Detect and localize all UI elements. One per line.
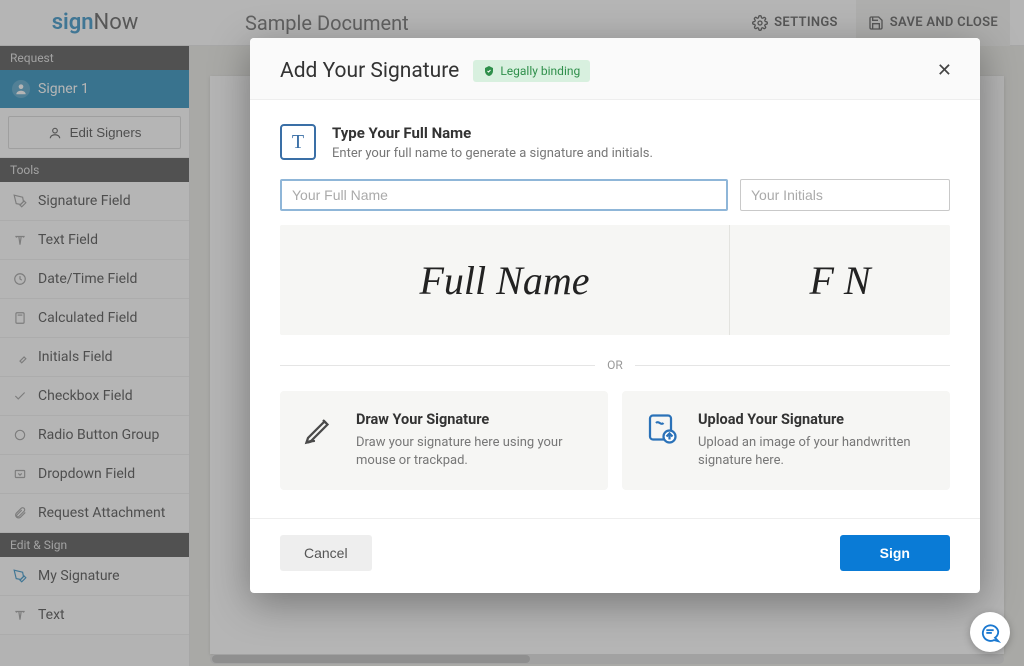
legally-binding-badge: Legally binding [473, 60, 590, 82]
option-cards: Draw Your Signature Draw your signature … [280, 391, 950, 490]
shield-check-icon [483, 65, 495, 77]
signature-preview: Full Name [280, 225, 730, 335]
draw-heading: Draw Your Signature [356, 411, 590, 428]
chat-icon [979, 621, 1001, 643]
close-icon: ✕ [937, 60, 952, 81]
upload-heading: Upload Your Signature [698, 411, 932, 428]
draw-text: Draw Your Signature Draw your signature … [356, 411, 590, 470]
modal-header: Add Your Signature Legally binding ✕ [250, 38, 980, 100]
add-signature-modal: Add Your Signature Legally binding ✕ T T… [250, 38, 980, 593]
full-name-input[interactable] [280, 179, 728, 211]
signature-preview-row: Full Name F N [280, 225, 950, 335]
modal-body: T Type Your Full Name Enter your full na… [250, 100, 980, 500]
cancel-button[interactable]: Cancel [280, 535, 372, 571]
upload-description: Upload an image of your handwritten sign… [698, 434, 932, 470]
type-subtext: Enter your full name to generate a signa… [332, 146, 653, 161]
modal-title: Add Your Signature [280, 59, 459, 83]
input-row [280, 179, 950, 211]
close-button[interactable]: ✕ [931, 56, 958, 85]
chat-fab[interactable] [970, 612, 1010, 652]
initials-input[interactable] [740, 179, 950, 211]
draw-signature-card[interactable]: Draw Your Signature Draw your signature … [280, 391, 608, 490]
or-divider: OR [280, 357, 950, 373]
initials-preview: F N [730, 225, 950, 335]
modal-footer: Cancel Sign [250, 518, 980, 593]
sign-button[interactable]: Sign [840, 535, 950, 571]
badge-label: Legally binding [500, 64, 580, 78]
upload-signature-card[interactable]: Upload Your Signature Upload an image of… [622, 391, 950, 490]
pencil-icon [298, 411, 342, 470]
upload-icon [640, 411, 684, 470]
type-text-block: Type Your Full Name Enter your full name… [332, 124, 653, 161]
type-section: T Type Your Full Name Enter your full na… [280, 124, 950, 161]
draw-description: Draw your signature here using your mous… [356, 434, 590, 470]
or-label: OR [595, 358, 635, 372]
type-icon: T [280, 124, 316, 160]
upload-text: Upload Your Signature Upload an image of… [698, 411, 932, 470]
type-heading: Type Your Full Name [332, 124, 653, 142]
